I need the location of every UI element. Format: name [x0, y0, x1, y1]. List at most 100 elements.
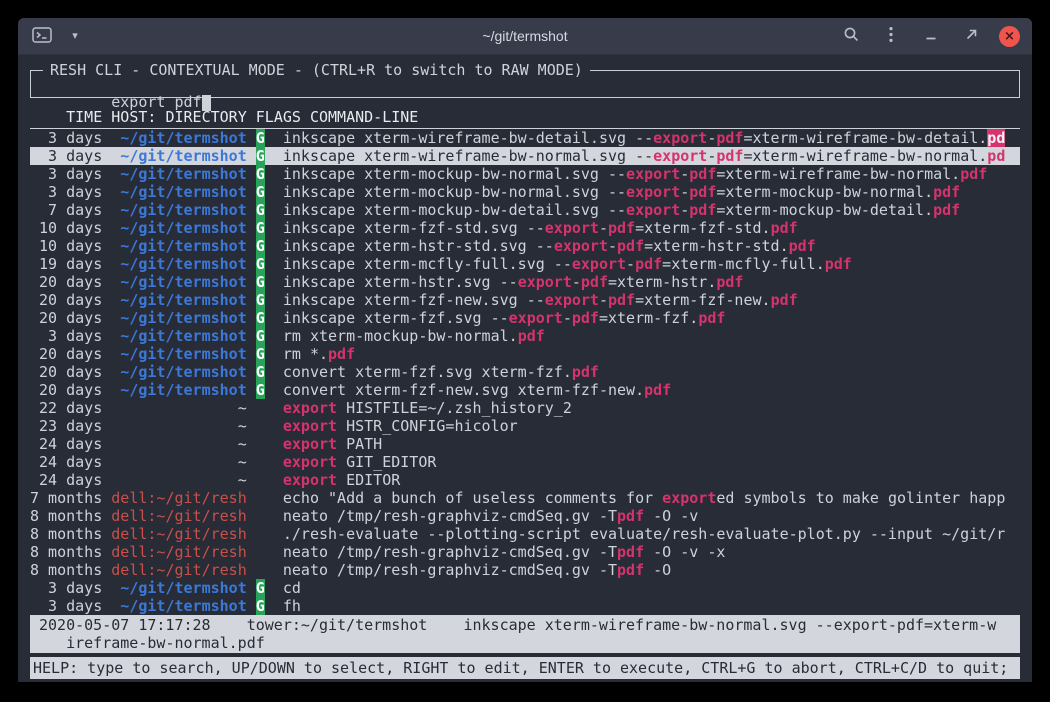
history-row[interactable]: 3 days ~/git/termshot G inkscape xterm-m… [30, 165, 1020, 183]
command-text: HSTR_CONFIG=hicolor [337, 417, 518, 435]
command-text: rm xterm-mockup-bw-normal. [283, 327, 518, 345]
restore-button[interactable] [959, 24, 983, 48]
history-time: 24 days [30, 453, 102, 471]
app-menu-button[interactable] [30, 24, 54, 48]
flag-badge: G [256, 579, 265, 597]
history-host: ~/git/termshot [111, 579, 246, 597]
chevron-down-icon: ▾ [72, 31, 78, 42]
profile-dropdown-button[interactable]: ▾ [63, 24, 87, 48]
search-button[interactable] [839, 24, 863, 48]
history-host: ~/git/termshot [111, 237, 246, 255]
history-row[interactable]: 20 days ~/git/termshot G inkscape xterm-… [30, 309, 1020, 327]
command-text: inkscape xterm-mcfly-full.svg -- [283, 255, 572, 273]
history-host: dell:~/git/resh [111, 507, 246, 525]
history-row[interactable]: 24 days ~ export PATH [30, 435, 1020, 453]
history-time: 24 days [30, 435, 102, 453]
match-highlight: export [509, 309, 563, 327]
history-row[interactable]: 22 days ~ export HISTFILE=~/.zsh_history… [30, 399, 1020, 417]
terminal-screen[interactable]: RESH CLI - CONTEXTUAL MODE - (CTRL+R to … [18, 55, 1032, 682]
search-input[interactable]: export pdf [39, 75, 1011, 129]
match-highlight: export [662, 489, 716, 507]
minimize-button[interactable] [919, 24, 943, 48]
history-row[interactable]: 3 days ~/git/termshot G inkscape xterm-w… [30, 129, 1020, 147]
flag-badge: G [256, 201, 265, 219]
command-text: cd [283, 579, 301, 597]
command-text: - [572, 273, 581, 291]
history-row[interactable]: 7 days ~/git/termshot G inkscape xterm-m… [30, 201, 1020, 219]
command-text: inkscape xterm-fzf-new.svg -- [283, 291, 545, 309]
command-text: rm *. [283, 345, 328, 363]
match-highlight: pdf [789, 237, 816, 255]
match-highlight: export [653, 147, 707, 165]
history-command: rm xterm-mockup-bw-normal.pdf [283, 327, 545, 345]
command-text: echo "Add a bunch of useless comments fo… [283, 489, 662, 507]
history-row[interactable]: 7 months dell:~/git/resh echo "Add a bun… [30, 489, 1020, 507]
command-text: EDITOR [337, 471, 400, 489]
match-highlight: pdf [716, 147, 743, 165]
command-text: fh [283, 597, 301, 615]
match-highlight: pdf [771, 219, 798, 237]
match-highlight: export [653, 129, 707, 147]
search-icon [843, 26, 860, 46]
history-host: ~/git/termshot [111, 363, 246, 381]
match-highlight: pdf [635, 255, 662, 273]
match-highlight: pdf [689, 183, 716, 201]
command-text: ./resh-evaluate --plotting-script evalua… [283, 525, 1005, 543]
history-host: ~/git/termshot [111, 219, 246, 237]
match-highlight: export [572, 255, 626, 273]
history-row[interactable]: 19 days ~/git/termshot G inkscape xterm-… [30, 255, 1020, 273]
command-text: HISTFILE=~/.zsh_history_2 [337, 399, 572, 417]
history-command: inkscape xterm-fzf-std.svg --export-pdf=… [283, 219, 798, 237]
match-highlight: pd [987, 147, 1005, 165]
history-row[interactable]: 8 months dell:~/git/resh neato /tmp/resh… [30, 507, 1020, 525]
history-time: 7 days [30, 201, 102, 219]
history-row[interactable]: 10 days ~/git/termshot G inkscape xterm-… [30, 237, 1020, 255]
command-text: -O [644, 561, 671, 579]
history-host: ~/git/termshot [111, 129, 246, 147]
history-row[interactable]: 8 months dell:~/git/resh neato /tmp/resh… [30, 543, 1020, 561]
history-row[interactable]: 3 days ~/git/termshot G inkscape xterm-m… [30, 183, 1020, 201]
command-text: inkscape xterm-fzf-std.svg -- [283, 219, 545, 237]
match-highlight: export [626, 165, 680, 183]
history-time: 20 days [30, 345, 102, 363]
history-row[interactable]: 10 days ~/git/termshot G inkscape xterm-… [30, 219, 1020, 237]
history-command: inkscape xterm-wireframe-bw-normal.svg -… [283, 147, 1005, 165]
history-time: 10 days [30, 219, 102, 237]
command-text: =xterm-fzf-std. [635, 219, 770, 237]
flag-badge: G [256, 237, 265, 255]
command-text: convert xterm-fzf-new.svg xterm-fzf-new. [283, 381, 644, 399]
history-row[interactable]: 20 days ~/git/termshot G inkscape xterm-… [30, 273, 1020, 291]
history-time: 8 months [30, 507, 102, 525]
history-command: inkscape xterm-mockup-bw-normal.svg --ex… [283, 165, 987, 183]
command-text: ed symbols to make golinter happ [716, 489, 1005, 507]
history-command: inkscape xterm-fzf.svg --export-pdf=xter… [283, 309, 726, 327]
command-text: =xterm-mcfly-full. [662, 255, 825, 273]
history-row[interactable]: 24 days ~ export EDITOR [30, 471, 1020, 489]
match-highlight: pdf [689, 165, 716, 183]
history-row[interactable]: 20 days ~/git/termshot G rm *.pdf [30, 345, 1020, 363]
history-row[interactable]: 20 days ~/git/termshot G convert xterm-f… [30, 381, 1020, 399]
match-highlight: pd [987, 129, 1005, 147]
history-row[interactable]: 23 days ~ export HSTR_CONFIG=hicolor [30, 417, 1020, 435]
close-icon: × [1004, 30, 1015, 43]
history-row[interactable]: 3 days ~/git/termshot G cd [30, 579, 1020, 597]
command-text: - [680, 201, 689, 219]
history-row[interactable]: 8 months dell:~/git/resh neato /tmp/resh… [30, 561, 1020, 579]
match-highlight: pdf [716, 129, 743, 147]
command-text: inkscape xterm-wireframe-bw-normal.svg -… [283, 147, 653, 165]
history-row[interactable]: 3 days ~/git/termshot G fh [30, 597, 1020, 615]
history-row[interactable]: 3 days ~/git/termshot G rm xterm-mockup-… [30, 327, 1020, 345]
history-host: ~/git/termshot [111, 183, 246, 201]
history-row[interactable]: 3 days ~/git/termshot G inkscape xterm-w… [30, 147, 1020, 165]
history-command: inkscape xterm-mcfly-full.svg --export-p… [283, 255, 852, 273]
history-row[interactable]: 20 days ~/git/termshot G convert xterm-f… [30, 363, 1020, 381]
menu-button[interactable] [879, 24, 903, 48]
history-row[interactable]: 20 days ~/git/termshot G inkscape xterm-… [30, 291, 1020, 309]
history-time: 3 days [30, 183, 102, 201]
command-text: =xterm-hstr. [608, 273, 716, 291]
history-row[interactable]: 8 months dell:~/git/resh ./resh-evaluate… [30, 525, 1020, 543]
history-row[interactable]: 24 days ~ export GIT_EDITOR [30, 453, 1020, 471]
match-highlight: export [626, 183, 680, 201]
flag-badge: G [256, 165, 265, 183]
close-button[interactable]: × [999, 26, 1020, 47]
